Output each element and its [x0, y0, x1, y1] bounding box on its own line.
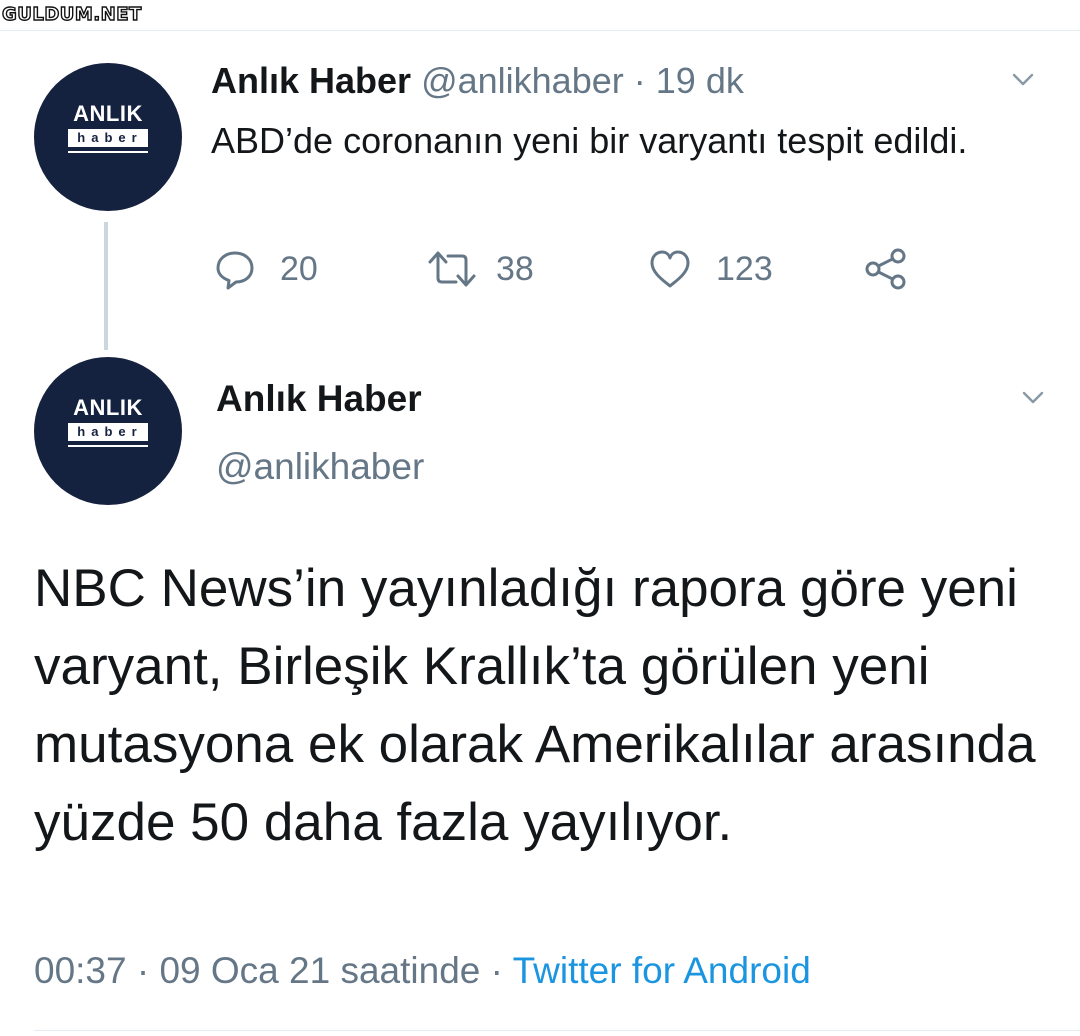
- avatar-logo-subtext: haber: [68, 423, 148, 441]
- like-count: 123: [716, 249, 773, 288]
- avatar-logo-text: ANLIK: [73, 395, 143, 420]
- retweet-button[interactable]: 38: [426, 246, 534, 292]
- retweet-icon: [428, 251, 476, 287]
- handle[interactable]: @anlikhaber: [421, 60, 624, 101]
- avatar-logo-rule: [68, 151, 148, 153]
- chevron-down-icon[interactable]: [1012, 68, 1034, 90]
- display-name[interactable]: Anlık Haber: [216, 378, 422, 420]
- reply-button[interactable]: 20: [214, 246, 318, 292]
- reply-count: 20: [280, 249, 318, 288]
- separator: ·: [480, 950, 513, 991]
- divider: [0, 30, 1080, 31]
- display-name[interactable]: Anlık Haber: [211, 60, 411, 101]
- like-button[interactable]: 123: [648, 246, 773, 292]
- tweet-header: Anlık Haber @anlikhaber · 19 dk: [211, 60, 744, 102]
- tweet-text: ABD’de coronanın yeni bir varyantı tespi…: [211, 120, 968, 161]
- tweet-meta: 00:37 · 09 Oca 21 saatinde · Twitter for…: [34, 950, 811, 992]
- tweet-source-link[interactable]: Twitter for Android: [513, 950, 811, 991]
- tweet-text: NBC News’in yayınladığı rapora göre yeni…: [34, 559, 1036, 852]
- avatar[interactable]: ANLIK haber: [34, 63, 182, 211]
- share-icon: [865, 248, 906, 290]
- share-button[interactable]: [862, 246, 908, 292]
- tweet-timestamp[interactable]: 00:37 · 09 Oca 21 saatinde: [34, 950, 480, 991]
- tweet-time[interactable]: 19 dk: [656, 60, 744, 101]
- handle[interactable]: @anlikhaber: [216, 446, 424, 488]
- watermark-logo: GULDUM.NET: [1, 3, 142, 25]
- divider: [34, 1030, 1080, 1031]
- avatar-logo-rule: [68, 445, 148, 447]
- thread-connector: [104, 222, 108, 350]
- avatar-logo-subtext: haber: [68, 129, 148, 147]
- avatar[interactable]: ANLIK haber: [34, 357, 182, 505]
- retweet-count: 38: [496, 249, 534, 288]
- avatar-logo-text: ANLIK: [73, 101, 143, 126]
- chevron-down-icon[interactable]: [1022, 386, 1044, 408]
- reply-icon: [216, 251, 254, 290]
- like-icon: [650, 250, 690, 288]
- separator: ·: [633, 60, 646, 101]
